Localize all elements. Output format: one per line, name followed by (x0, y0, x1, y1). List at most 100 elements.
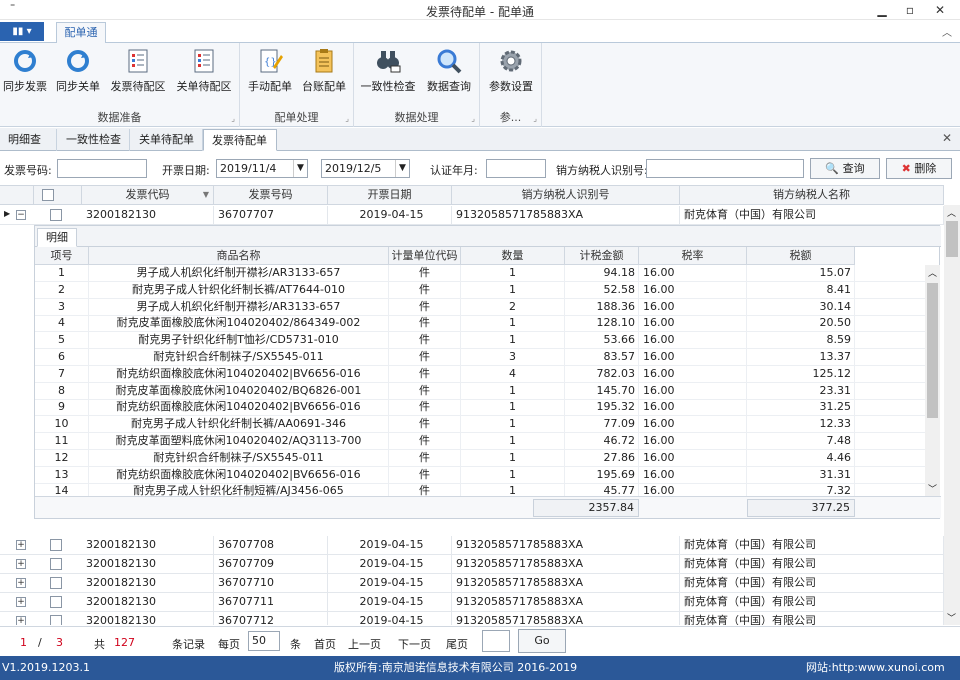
search-icon: 🔍 (825, 162, 840, 175)
detail-row[interactable]: 9 耐克纺织面橡胶底休闲104020402|BV6656-016 件 1 195.32 1… (35, 399, 925, 417)
detail-row[interactable]: 5 耐克男子针织化纤制T恤衫/CD5731-010 件 1 53.66 16.00 8.59 (35, 332, 925, 350)
detail-header-name[interactable]: 商品名称 (89, 247, 389, 265)
tab-invoice-pending[interactable]: 发票待配单 (203, 129, 277, 151)
query-button[interactable]: 🔍 查询 (810, 158, 880, 179)
sync-customs-button[interactable]: 同步关单 (54, 47, 102, 97)
detail-row[interactable]: 10 耐克男子成人针织化纤制长裤/AA0691-346 件 1 77.09 16.00 12… (35, 416, 925, 434)
go-button[interactable]: Go (518, 629, 566, 653)
detail-row[interactable]: 13 耐克纺织面橡胶底休闲104020402|BV6656-016 件 1 195.69… (35, 466, 925, 484)
cert-month-input[interactable] (486, 159, 546, 178)
detail-row[interactable]: 11 耐克皮革面塑料底休闲104020402/AQ3113-700 件 1 46.72 1… (35, 433, 925, 450)
table-row[interactable]: +3200182130 36707710 2019-04-15 91320585717… (0, 574, 944, 593)
ledger-match-button[interactable]: 台账配单 (300, 47, 348, 97)
table-row[interactable]: +3200182130 36707712 2019-04-15 91320585717… (0, 612, 944, 625)
group-expand-icon[interactable]: ⌟ (533, 114, 537, 123)
invoice-no-input[interactable] (57, 159, 147, 178)
grid-scrollbar[interactable]: ︿ ﹀ (944, 205, 960, 625)
grid-header-invoice-code[interactable]: 发票代码 ▼ (82, 186, 214, 205)
scroll-up-icon[interactable]: ︿ (947, 206, 956, 219)
prev-page-link[interactable]: 上一页 (348, 636, 381, 652)
expand-icon[interactable]: + (16, 578, 26, 588)
app-menu-button[interactable]: ▮▮ ▾ (0, 22, 44, 41)
close-icon[interactable]: ✕ (926, 0, 954, 20)
tab-detail[interactable]: 明细 (37, 228, 77, 247)
manual-match-button[interactable]: {} 手动配单 (246, 47, 294, 97)
delete-button[interactable]: ✖ 删除 (886, 158, 952, 179)
table-row[interactable]: +3200182130 36707711 2019-04-15 91320585717… (0, 593, 944, 612)
date-from-select[interactable]: 2019/11/4 ▼ (216, 159, 308, 178)
row-checkbox[interactable] (50, 558, 62, 570)
expand-icon[interactable]: + (16, 540, 26, 550)
website-link[interactable]: 网站:http:www.xunoi.com (806, 656, 945, 680)
collapse-ribbon-icon[interactable]: ︿ (942, 24, 952, 39)
detail-row[interactable]: 1 男子成人机织化纤制开襟衫/AR3133-657 件 1 94.18 16.00 15.0… (35, 265, 925, 282)
detail-scrollbar[interactable]: ︿ ﹀ (925, 265, 940, 496)
per-page-input[interactable]: 50 (248, 631, 280, 651)
group-expand-icon[interactable]: ⌟ (231, 114, 235, 123)
grid-header-seller-name[interactable]: 销方纳税人名称 (680, 186, 944, 205)
detail-row[interactable]: 7 耐克纺织面橡胶底休闲104020402|BV6656-016 件 4 782.03 1… (35, 365, 925, 383)
last-page-link[interactable]: 尾页 (446, 636, 468, 652)
row-checkbox[interactable] (50, 615, 62, 625)
consistency-check-button[interactable]: 一致性检查 (360, 47, 416, 97)
next-page-link[interactable]: 下一页 (398, 636, 431, 652)
detail-scroll-thumb[interactable] (927, 283, 938, 418)
first-page-link[interactable]: 首页 (314, 636, 336, 652)
expand-icon[interactable]: + (16, 616, 26, 625)
detail-row[interactable]: 12 耐克针织合纤制袜子/SX5545-011 件 1 27.86 16.00 4.46 (35, 449, 925, 467)
row-checkbox[interactable] (50, 539, 62, 551)
table-row[interactable]: +3200182130 36707709 2019-04-15 91320585717… (0, 555, 944, 574)
detail-row[interactable]: 3 男子成人机织化纤制开襟衫/AR3133-657 件 2 188.36 16.00 30.… (35, 298, 925, 316)
minimize-icon[interactable]: ▁ (868, 0, 896, 20)
detail-row[interactable]: 4 耐克皮革面橡胶底休闲104020402/864349-002 件 1 128.10 1… (35, 315, 925, 333)
expand-icon[interactable]: + (16, 559, 26, 569)
table-row[interactable]: +3200182130 36707708 2019-04-15 91320585717… (0, 536, 944, 555)
parameter-settings-button[interactable]: 参数设置 (486, 47, 536, 97)
scroll-down-icon[interactable]: ﹀ (947, 611, 956, 624)
detail-cell: 1 (461, 382, 565, 400)
date-to-select[interactable]: 2019/12/5 ▼ (321, 159, 410, 178)
invoice-pending-area-button[interactable]: 发票待配区 (108, 47, 168, 97)
group-expand-icon[interactable]: ⌟ (471, 114, 475, 123)
sync-invoice-button[interactable]: 同步发票 (2, 47, 48, 97)
row-checkbox[interactable] (50, 209, 62, 221)
detail-row[interactable]: 2 耐克男子成人针织化纤制长裤/AT7644-010 件 1 52.58 16.00 8.4… (35, 281, 925, 299)
row-checkbox[interactable] (50, 596, 62, 608)
grid-header-seller-tax-id[interactable]: 销方纳税人识别号 (452, 186, 680, 205)
detail-header-qty[interactable]: 数量 (461, 247, 565, 265)
ribbon-tab-peidantong[interactable]: 配单通 (56, 22, 106, 44)
ribbon: 同步发票 同步关单 发票待配区 关单待配区 数据准备 ⌟ {} 手动配单 台账配… (0, 43, 960, 127)
goto-page-input[interactable] (482, 630, 510, 652)
expand-icon[interactable]: + (16, 597, 26, 607)
grid-header-date[interactable]: 开票日期 (328, 186, 452, 205)
filter-icon[interactable]: ▼ (203, 186, 209, 204)
detail-header-rate[interactable]: 税率 (639, 247, 747, 265)
grid-scroll-thumb[interactable] (946, 221, 958, 257)
maximize-icon[interactable]: ▫ (896, 0, 924, 20)
grid-header-invoice-no[interactable]: 发票号码 (214, 186, 328, 205)
row-checkbox[interactable] (50, 577, 62, 589)
detail-row[interactable]: 6 耐克针织合纤制袜子/SX5545-011 件 3 83.57 16.00 13.37 (35, 349, 925, 366)
seller-tax-id-input[interactable] (646, 159, 804, 178)
tab-detail-query[interactable]: 明细查询 (0, 129, 57, 167)
scroll-up-icon[interactable]: ︿ (928, 266, 937, 279)
grid-cell: 耐克体育（中国）有限公司 (680, 555, 944, 574)
detail-cell: 男子成人机织化纤制开襟衫/AR3133-657 (89, 298, 389, 316)
scroll-down-icon[interactable]: ﹀ (928, 482, 937, 495)
detail-header-amount[interactable]: 计税金额 (565, 247, 639, 265)
detail-header-tax[interactable]: 税额 (747, 247, 855, 265)
table-row[interactable]: ▶ − 3200182130 36707707 2019-04-15 9132058571… (0, 206, 944, 225)
select-all-checkbox[interactable] (42, 189, 54, 201)
customs-pending-area-button[interactable]: 关单待配区 (174, 47, 234, 97)
tab-customs-pending[interactable]: 关单待配单 (131, 129, 203, 151)
detail-row[interactable]: 8 耐克皮革面橡胶底休闲104020402/BQ6826-001 件 1 145.70 1… (35, 382, 925, 400)
ribbon-group-params: 参数设置 参... ⌟ (480, 43, 542, 127)
detail-header-item[interactable]: 项号 (35, 247, 89, 265)
group-expand-icon[interactable]: ⌟ (345, 114, 349, 123)
data-query-button[interactable]: 数据查询 (424, 47, 474, 97)
close-tab-icon[interactable]: ✕ (942, 131, 952, 145)
detail-cell: 耐克男子针织化纤制T恤衫/CD5731-010 (89, 332, 389, 350)
detail-header-unit[interactable]: 计量单位代码 (389, 247, 461, 265)
tab-consistency-check[interactable]: 一致性检查 (58, 129, 130, 151)
collapse-icon[interactable]: − (16, 210, 26, 220)
